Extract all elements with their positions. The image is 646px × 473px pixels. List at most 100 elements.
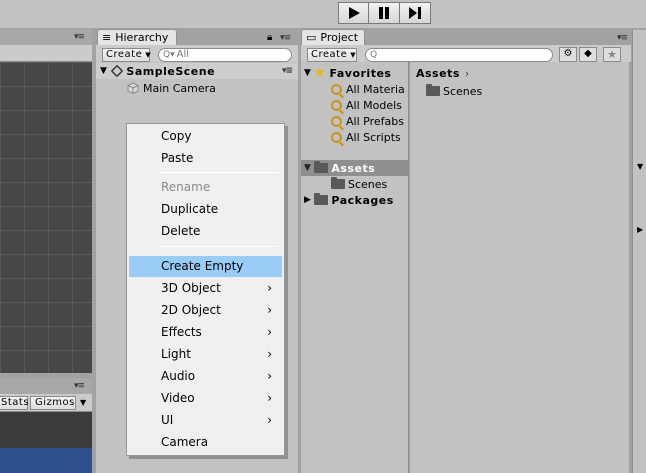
gizmos-button[interactable]: Gizmos: [30, 396, 76, 410]
menu-item-label: Rename: [161, 180, 211, 194]
scene-panel-menu-icon[interactable]: ▾≡: [74, 32, 85, 42]
game-tabbar: ▾≡: [0, 378, 92, 394]
menu-item-copy[interactable]: Copy: [129, 126, 282, 147]
game-toolbar: Stats Gizmos ▼: [0, 394, 92, 412]
contents-item-scenes[interactable]: Scenes: [426, 83, 482, 99]
menu-item-delete[interactable]: Delete: [129, 221, 282, 242]
create-dropdown-icon: ▼: [145, 51, 152, 59]
scenes-label: Scenes: [348, 177, 388, 191]
menu-item-create-empty[interactable]: Create Empty: [129, 256, 282, 277]
pause-icon: [379, 7, 389, 19]
scenes-folder-row[interactable]: Scenes: [331, 176, 387, 192]
packages-folder-row[interactable]: ▶ Packages: [304, 192, 394, 208]
menu-item-label: UI: [161, 413, 174, 427]
play-icon: [348, 7, 360, 19]
pause-button[interactable]: [369, 2, 400, 24]
submenu-chevron-icon: ›: [267, 413, 272, 427]
menu-item-label: 2D Object: [161, 303, 221, 317]
gizmos-label: Gizmos: [35, 397, 75, 408]
hierarchy-panel-menu-icon[interactable]: ▾≡: [280, 33, 291, 43]
folder-icon: [314, 161, 329, 173]
menu-item-video[interactable]: Video ›: [129, 388, 282, 409]
submenu-chevron-icon: ›: [267, 303, 272, 317]
menu-item-audio[interactable]: Audio ›: [129, 366, 282, 387]
breadcrumb-assets: Assets: [416, 66, 460, 80]
step-button[interactable]: [400, 2, 431, 24]
menu-item-2d-object[interactable]: 2D Object ›: [129, 300, 282, 321]
menu-item-light[interactable]: Light ›: [129, 344, 282, 365]
filter-by-type-icon[interactable]: ⚙︎: [559, 47, 577, 62]
menu-item-label: Copy: [161, 129, 192, 143]
scene-name: SampleScene: [126, 64, 216, 78]
tab-hierarchy[interactable]: ≡ Hierarchy: [97, 29, 177, 45]
favorite-item-prefabs[interactable]: All Prefabs: [331, 113, 404, 129]
menu-item-camera[interactable]: Camera: [129, 432, 282, 453]
favorite-item-models[interactable]: All Models: [331, 97, 402, 113]
menu-item-effects[interactable]: Effects ›: [129, 322, 282, 343]
project-tab-label: Project: [320, 31, 359, 44]
hierarchy-tab-label: Hierarchy: [115, 31, 169, 44]
menu-item-ui[interactable]: UI ›: [129, 410, 282, 431]
saved-search-icon: [331, 115, 342, 127]
scene-view[interactable]: [0, 62, 92, 373]
tab-project[interactable]: ▭ Project: [301, 29, 365, 45]
menu-item-label: 3D Object: [161, 281, 221, 295]
hierarchy-search-input[interactable]: Q▾ All: [158, 48, 292, 62]
folder-icon: [426, 84, 440, 96]
project-create-label: Create: [311, 49, 348, 60]
project-panel-menu-icon[interactable]: ▾≡: [617, 33, 628, 43]
submenu-chevron-icon: ›: [267, 391, 272, 405]
favorite-label: All Models: [346, 98, 402, 112]
breadcrumb[interactable]: Assets ›: [416, 65, 470, 81]
main-toolbar: [0, 0, 646, 28]
search-icon: Q: [370, 50, 378, 60]
play-button[interactable]: [338, 2, 369, 24]
context-menu: Copy Paste Rename Duplicate Delete Creat…: [126, 123, 285, 456]
create-dropdown-icon: ▼: [350, 51, 357, 59]
assets-folder-row[interactable]: ▼ Assets: [301, 160, 408, 176]
collapse-arrow-icon[interactable]: ▶: [637, 225, 643, 234]
hierarchy-item-label: Main Camera: [143, 81, 216, 95]
saved-search-icon: [331, 131, 342, 143]
scene-options-icon[interactable]: ▾≡: [282, 66, 293, 76]
project-search-input[interactable]: Q: [365, 48, 553, 62]
menu-item-duplicate[interactable]: Duplicate: [129, 199, 282, 220]
submenu-chevron-icon: ›: [267, 325, 272, 339]
stats-button[interactable]: Stats: [0, 396, 29, 410]
menu-item-3d-object[interactable]: 3D Object ›: [129, 278, 282, 299]
favorites-row[interactable]: ▼ ★ Favorites: [304, 65, 391, 81]
filter-by-label-icon[interactable]: ◆: [579, 47, 597, 62]
unity-scene-icon: [111, 64, 124, 78]
collapse-arrow-icon[interactable]: ▶: [304, 195, 311, 205]
favorite-star-icon[interactable]: ★: [603, 47, 621, 62]
step-icon: [409, 7, 421, 19]
hierarchy-item-main-camera[interactable]: Main Camera: [127, 80, 216, 96]
project-tab-icon: ▭: [306, 31, 317, 44]
hierarchy-create-button[interactable]: Create ▼: [102, 48, 152, 62]
saved-search-icon: [331, 83, 342, 95]
scene-expand-arrow-icon[interactable]: ▼: [100, 66, 107, 76]
saved-search-icon: [331, 99, 342, 111]
assets-label: Assets: [331, 161, 376, 175]
folder-icon: [314, 193, 329, 205]
menu-item-paste[interactable]: Paste: [129, 148, 282, 169]
favorite-item-scripts[interactable]: All Scripts: [331, 129, 401, 145]
project-create-button[interactable]: Create ▼: [307, 48, 357, 62]
search-icon: Q▾: [163, 50, 175, 60]
scene-toolbar: [0, 45, 92, 62]
menu-item-label: Effects: [161, 325, 202, 339]
expand-arrow-icon[interactable]: ▼: [304, 68, 311, 78]
hierarchy-toolbar: Create ▼ Q▾ All: [96, 45, 298, 63]
star-icon: ★: [313, 65, 327, 81]
menu-item-label: Camera: [161, 435, 209, 449]
favorite-item-materials[interactable]: All Materia: [331, 81, 405, 97]
game-panel-menu-icon[interactable]: ▾≡: [74, 381, 85, 391]
submenu-chevron-icon: ›: [267, 347, 272, 361]
favorites-label: Favorites: [329, 66, 392, 80]
expand-arrow-icon[interactable]: ▼: [304, 163, 311, 173]
hierarchy-tab-icon: ≡: [102, 31, 112, 44]
expand-arrow-icon[interactable]: ▼: [637, 162, 643, 171]
lock-icon[interactable]: 🔒︎: [267, 32, 272, 43]
scene-row[interactable]: ▼ SampleScene ▾≡: [96, 63, 298, 79]
gizmos-dropdown-icon[interactable]: ▼: [80, 398, 86, 407]
